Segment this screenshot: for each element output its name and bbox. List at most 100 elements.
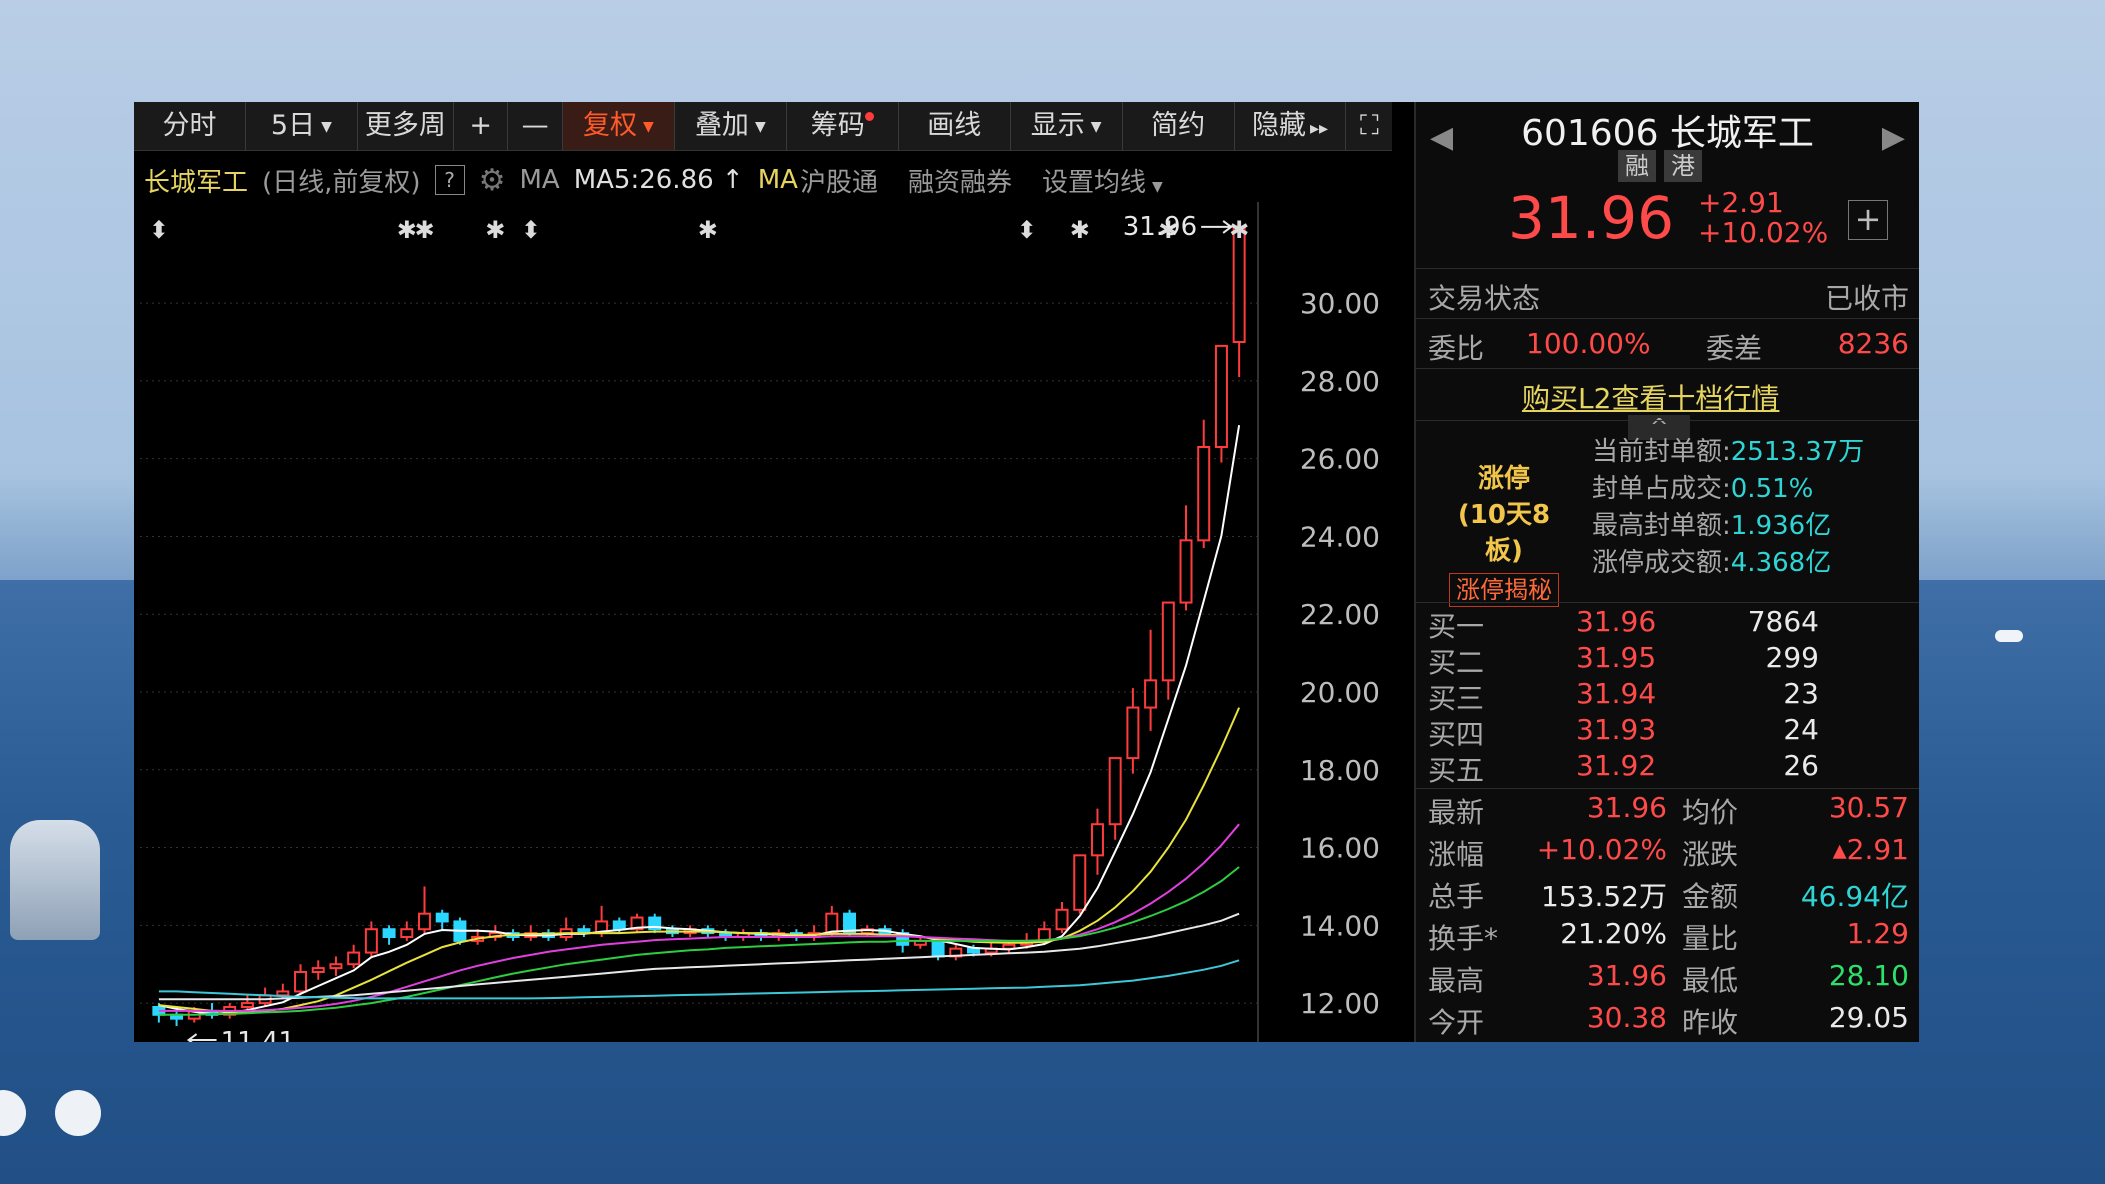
bid-level-label: 买二 — [1428, 646, 1485, 679]
quote-row: 最新 31.96 均价 30.57 — [1416, 791, 1919, 833]
order-book-row[interactable]: 买二 31.95 299 — [1416, 641, 1919, 679]
expand-icon: ⛶ — [1359, 110, 1379, 141]
l2-row: 购买L2查看十档行情 ^ — [1416, 368, 1919, 440]
event-marker-icon: ✱ — [485, 216, 505, 244]
chart-info-row: 长城军工 (日线,前复权) ? ⚙ MA MA5:26.86 ↑ MA 沪股通 … — [144, 160, 1163, 200]
quote-label: 最低 — [1682, 964, 1739, 997]
event-marker-icon: ✱ — [698, 216, 718, 244]
tab-fenshi[interactable]: 分时 — [134, 102, 246, 150]
order-book-row[interactable]: 买四 31.93 24 — [1416, 713, 1919, 751]
quote-header: ◀ ▶ 601606 长城军工 融 港 31.96 +2.91 +10.02% … — [1416, 102, 1919, 268]
quote-label: 量比 — [1682, 922, 1739, 955]
quote-label: 金额 — [1682, 880, 1739, 913]
bid-volume: 299 — [1765, 641, 1819, 674]
bid-price: 31.95 — [1576, 641, 1657, 674]
tab-more-periods[interactable]: 更多周 — [358, 102, 454, 150]
ma-toggle[interactable]: MA — [758, 165, 798, 195]
stat-value: 0.51% — [1730, 474, 1814, 504]
ship-image — [10, 820, 100, 940]
add-watchlist-button[interactable]: + — [1848, 200, 1888, 240]
order-book-row[interactable]: 买五 31.92 26 — [1416, 749, 1919, 787]
help-icon[interactable]: ? — [434, 165, 465, 195]
quote-value: ▴2.91 — [1832, 833, 1909, 866]
bid-price: 31.94 — [1576, 677, 1657, 710]
bid-level-label: 买一 — [1428, 610, 1485, 643]
fuquan-button[interactable]: 复权 ▼ — [562, 102, 675, 150]
candle-body — [400, 928, 414, 939]
margin-trading-button[interactable]: 融资融券 — [908, 162, 1012, 199]
zoom-in-button[interactable]: + — [454, 102, 509, 150]
button-label: 简约 — [1151, 110, 1206, 141]
y-tick-label: 12.00 — [1300, 987, 1380, 1020]
quote-row: 总手 153.52万 金额 46.94亿 — [1416, 875, 1919, 917]
fullscreen-button[interactable]: ⛶ — [1346, 102, 1392, 150]
order-book-row[interactable]: 买三 31.94 23 — [1416, 677, 1919, 715]
ma-line — [158, 823, 1240, 1012]
candle-body — [294, 971, 308, 993]
button-label: 复权 — [583, 110, 637, 141]
candle-body — [240, 1002, 254, 1008]
button-label: 画线 — [927, 110, 982, 141]
quote-label: 换手* — [1428, 922, 1499, 955]
event-marker-icon: ✱ — [1229, 216, 1249, 244]
low-price-arrow — [186, 1033, 217, 1042]
quote-row: 最高 31.96 最低 28.10 — [1416, 959, 1919, 1001]
y-tick-label: 20.00 — [1300, 676, 1380, 709]
candle-body — [1126, 706, 1140, 760]
set-ma-label: 设置均线 — [1041, 167, 1146, 198]
boat-image — [1995, 630, 2023, 642]
tab-5day[interactable]: 5日 ▼ — [246, 102, 358, 150]
stock-code-title: 601606 长城军工 — [1521, 113, 1814, 154]
candle-body — [1090, 823, 1104, 857]
candlestick-chart[interactable]: 30.00 28.00 26.00 24.00 22.00 20.00 18.00 16.00… — [134, 202, 1392, 1042]
event-marker-icon: ⬍ — [149, 216, 169, 244]
buy-l2-link[interactable]: 购买L2查看十档行情 — [1522, 377, 1779, 417]
stat-value: 2513.37万 — [1730, 437, 1865, 467]
quote-value: 30.38 — [1586, 1001, 1667, 1034]
quote-value: +10.02% — [1536, 833, 1667, 866]
low-price-label: 11.41 — [221, 1027, 295, 1042]
quote-row: 换手* 21.20% 量比 1.29 — [1416, 917, 1919, 959]
limit-up-stat-row: 封单占成交:0.51% — [1592, 468, 1813, 505]
stock-app-window: 分时 5日 ▼ 更多周 + — 复权 ▼ 叠加 ▼ 筹码 画线 显示 ▼ 简约 隐藏 ▸▸… — [134, 102, 1919, 1042]
candle-body — [347, 951, 361, 966]
chart-toolbar: 分时 5日 ▼ 更多周 + — 复权 ▼ 叠加 ▼ 筹码 画线 显示 ▼ 简约 隐藏 ▸▸… — [134, 102, 1392, 151]
order-book-row[interactable]: 买一 31.96 7864 — [1416, 605, 1919, 643]
stat-value: 4.368亿 — [1730, 548, 1832, 578]
status-label: 交易状态 — [1428, 282, 1541, 315]
caret-down-icon: ▼ — [1151, 178, 1163, 195]
last-price-label: 31.96 — [1123, 212, 1197, 242]
display-button[interactable]: 显示 ▼ — [1011, 102, 1123, 150]
event-marker-icon: ⬍ — [521, 216, 541, 244]
candle-body — [276, 990, 290, 997]
minus-icon: — — [521, 110, 549, 141]
button-label: 叠加 — [694, 110, 749, 141]
bid-volume: 24 — [1783, 713, 1819, 746]
set-ma-button[interactable]: 设置均线 ▼ — [1042, 162, 1163, 199]
overlay-button[interactable]: 叠加 ▼ — [675, 102, 787, 150]
simple-mode-button[interactable]: 简约 — [1123, 102, 1235, 150]
button-label: 筹码 — [810, 110, 865, 141]
chouma-button[interactable]: 筹码 — [787, 102, 899, 150]
limit-up-count: (10天8板) — [1457, 500, 1551, 566]
hgt-button[interactable]: 沪股通 — [800, 162, 878, 199]
quote-label: 昨收 — [1682, 1006, 1739, 1039]
limit-up-title: 涨停 — [1477, 464, 1530, 494]
candle-body — [1232, 225, 1246, 344]
carousel-dot[interactable] — [55, 1090, 101, 1136]
caret-down-icon: ▼ — [1090, 118, 1102, 135]
quote-row: 涨幅 +10.02% 涨跌 ▴2.91 — [1416, 833, 1919, 875]
limit-up-stat-row: 最高封单额:1.936亿 — [1592, 505, 1831, 542]
gear-icon[interactable]: ⚙ — [479, 163, 506, 198]
quote-label: 均价 — [1682, 796, 1739, 829]
stock-name: 长城军工 — [144, 167, 249, 198]
bid-price: 31.96 — [1576, 605, 1657, 638]
ma-label: MA — [519, 165, 560, 195]
draw-line-button[interactable]: 画线 — [899, 102, 1011, 150]
hide-button[interactable]: 隐藏 ▸▸ — [1235, 102, 1347, 150]
zoom-out-button[interactable]: — — [508, 102, 563, 150]
candle-body — [382, 928, 396, 939]
quote-value: 31.96 — [1586, 791, 1667, 824]
plus-icon: + — [469, 110, 492, 141]
weicha-value: 8236 — [1837, 327, 1909, 360]
